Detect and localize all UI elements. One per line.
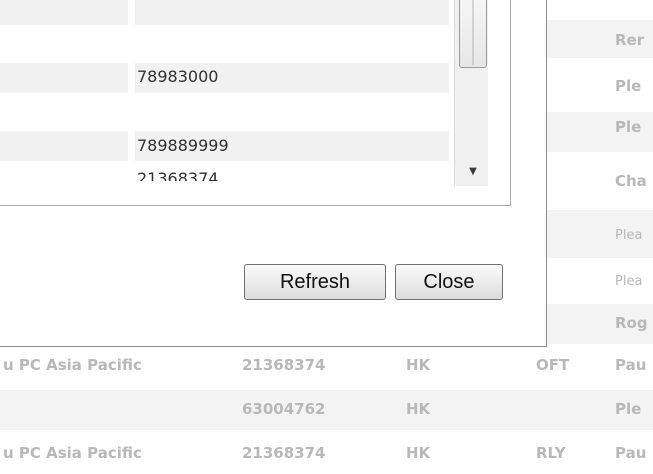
list-item-value: 78983000 [137, 67, 219, 86]
table-cell-phone: 21368374 [242, 444, 326, 462]
list-cell-label [0, 0, 128, 25]
table-cell-company: u PC Asia Pacific [3, 356, 142, 374]
grip-icon [472, 0, 474, 65]
table-cell-note: Rog [615, 314, 648, 332]
list-item[interactable] [0, 93, 450, 131]
table-cell-note: Ple [615, 118, 642, 136]
table-cell-note: Pau [615, 356, 647, 374]
table-cell-note: Plea [615, 274, 643, 289]
table-cell-country: HK [406, 400, 431, 418]
scrollbar-thumb[interactable] [459, 0, 487, 68]
table-cell-note: Cha [615, 172, 647, 190]
list-item[interactable]: 21368374 [0, 161, 450, 181]
refresh-button[interactable]: Refresh [244, 264, 386, 300]
list-cell-value [135, 0, 449, 25]
list-scrollbar[interactable]: ▼ [454, 0, 488, 186]
table-cell-code: OFT [536, 356, 570, 374]
phone-lookup-dialog: 78983000 789889999 21368374 ▼ Refresh Cl… [0, 0, 547, 347]
table-cell-note: Plea [615, 228, 643, 243]
chevron-down-icon: ▼ [469, 165, 477, 177]
table-cell-phone: 63004762 [242, 400, 326, 418]
table-cell-code: RLY [536, 444, 566, 462]
table-cell-country: HK [406, 356, 431, 374]
list-cell-value [135, 93, 449, 131]
table-cell-company: u PC Asia Pacific [3, 444, 142, 462]
table-cell-note: Pau [615, 444, 647, 462]
list-item-value: 789889999 [137, 136, 229, 155]
table-cell-note: Rer [615, 31, 645, 49]
list-item-value: 21368374 [137, 169, 219, 181]
list-cell-label [0, 63, 128, 93]
table-cell-note: Ple [615, 400, 642, 418]
table-row[interactable]: u PC Asia Pacific 21368374 HK RLY Pau [0, 430, 653, 474]
phone-number-list[interactable]: 78983000 789889999 21368374 ▼ [0, 0, 511, 206]
table-row[interactable]: u PC Asia Pacific 21368374 HK OFT Pau [0, 344, 653, 390]
list-cell-label [0, 93, 128, 131]
table-cell-country: HK [406, 444, 431, 462]
table-cell-phone: 21368374 [242, 356, 326, 374]
list-item[interactable]: 78983000 [0, 63, 450, 93]
table-row[interactable]: 63004762 HK Ple [0, 390, 653, 430]
scroll-down-button[interactable]: ▼ [459, 160, 487, 182]
list-cell-label [0, 161, 128, 181]
close-button[interactable]: Close [395, 264, 503, 300]
list-cell-label [0, 131, 128, 161]
list-item[interactable]: 789889999 [0, 131, 450, 161]
list-item[interactable] [0, 0, 450, 25]
list-cell-label [0, 25, 128, 63]
list-item[interactable] [0, 25, 450, 63]
table-cell-note: Ple [615, 77, 642, 95]
list-cell-value [135, 25, 449, 63]
